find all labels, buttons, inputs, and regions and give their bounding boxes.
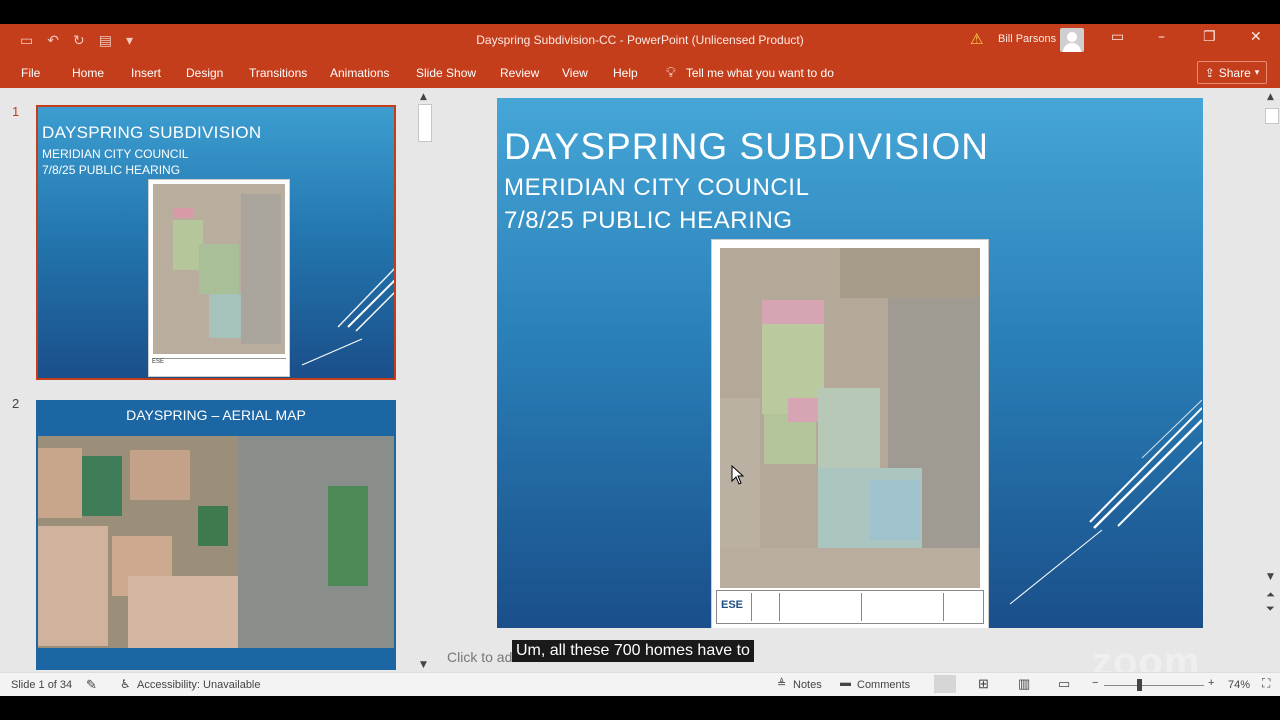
slide-count[interactable]: Slide 1 of 34 [11, 679, 72, 691]
reading-view-icon[interactable]: ▥ [1018, 676, 1030, 692]
share-button[interactable]: ⇪ Share ▾ [1197, 61, 1267, 84]
user-name[interactable]: Bill Parsons [998, 33, 1056, 45]
zoom-slider-thumb[interactable] [1137, 679, 1142, 691]
tab-slide-show[interactable]: Slide Show [416, 66, 476, 80]
tab-help[interactable]: Help [613, 66, 638, 80]
minimize-icon[interactable]: – [1158, 29, 1165, 45]
slide-sorter-icon[interactable]: ⊞ [978, 676, 989, 692]
workspace: 1 DAYSPRING SUBDIVISION MERIDIAN CITY CO… [0, 88, 1280, 674]
zoom-out-icon[interactable]: − [1092, 677, 1098, 689]
normal-view-icon[interactable] [934, 675, 956, 693]
tab-insert[interactable]: Insert [131, 66, 161, 80]
previous-slide-icon[interactable]: ⏶ [1266, 588, 1275, 602]
screen-top-bar [0, 0, 1280, 24]
share-label: Share [1218, 65, 1251, 80]
site-plan-map [153, 184, 285, 354]
aerial-map-thumbnail [38, 436, 394, 648]
avatar[interactable] [1060, 28, 1084, 52]
zoom-in-icon[interactable]: + [1208, 677, 1214, 689]
title-bar: ▭ ↶ ↻ ▤ ▾ Dayspring Subdivision-CC - Pow… [0, 24, 1280, 58]
close-icon[interactable]: ✕ [1250, 29, 1262, 45]
tab-home[interactable]: Home [72, 66, 104, 80]
site-plan-image[interactable]: ESE [711, 239, 989, 628]
scroll-thumb[interactable] [1265, 108, 1279, 124]
slide-canvas[interactable]: DAYSPRING SUBDIVISION MERIDIAN CITY COUN… [497, 98, 1203, 628]
tab-transitions[interactable]: Transitions [249, 66, 307, 80]
accessibility-status[interactable]: Accessibility: Unavailable [137, 679, 261, 691]
slide-show-icon[interactable]: ▭ [1058, 676, 1070, 692]
status-bar: Slide 1 of 34 ✎ ♿︎ Accessibility: Unavai… [0, 672, 1280, 697]
thumbnail-line2: 7/8/25 PUBLIC HEARING [42, 163, 181, 177]
spelling-icon[interactable]: ✎ [86, 677, 97, 693]
mouse-cursor-icon [731, 465, 745, 485]
title-block: ESE [152, 358, 286, 375]
decorative-lines [1009, 399, 1202, 605]
tab-review[interactable]: Review [500, 66, 539, 80]
slide-subtitle-line1[interactable]: MERIDIAN CITY COUNCIL [504, 174, 810, 202]
thumbnail-number-1: 1 [12, 104, 20, 119]
next-slide-icon[interactable]: ⏷ [1266, 602, 1275, 616]
ribbon-tabs: File Home Insert Design Transitions Anim… [0, 58, 1280, 88]
restore-icon[interactable]: ❐ [1203, 29, 1216, 45]
slide-thumbnail-2[interactable]: DAYSPRING – AERIAL MAP [36, 400, 396, 670]
ribbon-display-icon[interactable]: ▭ [1111, 29, 1124, 45]
zoom-level[interactable]: 74% [1228, 679, 1250, 691]
chevron-down-icon: ▾ [1254, 67, 1260, 77]
comments-button[interactable]: Comments [857, 679, 910, 691]
window-title: Dayspring Subdivision-CC - PowerPoint (U… [476, 33, 804, 47]
slide-thumbnail-pane[interactable]: 1 DAYSPRING SUBDIVISION MERIDIAN CITY CO… [0, 88, 436, 674]
scroll-thumb[interactable] [418, 104, 432, 142]
slide-title[interactable]: DAYSPRING SUBDIVISION [504, 126, 989, 168]
screen-bottom-bar [0, 696, 1280, 720]
fit-to-window-icon[interactable]: ⛶ [1262, 676, 1270, 691]
slide-thumbnail-1[interactable]: DAYSPRING SUBDIVISION MERIDIAN CITY COUN… [36, 105, 396, 380]
zoom-slider[interactable] [1104, 685, 1204, 686]
scroll-down-icon[interactable]: ▼ [420, 660, 427, 670]
warning-icon[interactable]: ⚠ [970, 30, 983, 48]
thumbnail-scrollbar[interactable]: ▲ ▼ [416, 92, 432, 674]
thumbnail-title: DAYSPRING SUBDIVISION [42, 123, 262, 142]
slide-scrollbar[interactable]: ▲ ▼ ⏶ ⏷ [1262, 88, 1280, 672]
live-caption: Um, all these 700 homes have to [512, 640, 754, 662]
tab-view[interactable]: View [562, 66, 588, 80]
scroll-up-icon[interactable]: ▲ [1267, 92, 1274, 102]
tab-design[interactable]: Design [186, 66, 223, 80]
slide-subtitle-line2[interactable]: 7/8/25 PUBLIC HEARING [504, 207, 793, 235]
lightbulb-icon: 💡︎ [666, 64, 676, 80]
tab-animations[interactable]: Animations [330, 66, 389, 80]
ese-logo: ESE [721, 599, 744, 611]
thumbnail-title-2: DAYSPRING – AERIAL MAP [126, 407, 306, 423]
accessibility-icon[interactable]: ♿︎ [120, 677, 131, 691]
decorative-lines [301, 267, 394, 366]
comments-icon[interactable]: ▬ [840, 677, 851, 689]
site-plan-aerial [720, 248, 980, 588]
notes-icon[interactable]: ≜ [777, 677, 786, 690]
scroll-down-icon[interactable]: ▼ [1267, 572, 1274, 582]
tell-me-label: Tell me what you want to do [685, 65, 834, 80]
notes-button[interactable]: Notes [793, 679, 822, 691]
thumbnail-line1: MERIDIAN CITY COUNCIL [42, 147, 189, 161]
share-icon: ⇪ [1204, 65, 1215, 80]
site-plan-thumbnail: ESE [148, 179, 290, 377]
site-plan-title-block: ESE [716, 590, 984, 624]
tell-me-search[interactable]: 💡︎ Tell me what you want to do [666, 64, 834, 81]
thumbnail-number-2: 2 [12, 396, 20, 411]
scroll-up-icon[interactable]: ▲ [420, 92, 427, 102]
tab-file[interactable]: File [21, 66, 40, 80]
